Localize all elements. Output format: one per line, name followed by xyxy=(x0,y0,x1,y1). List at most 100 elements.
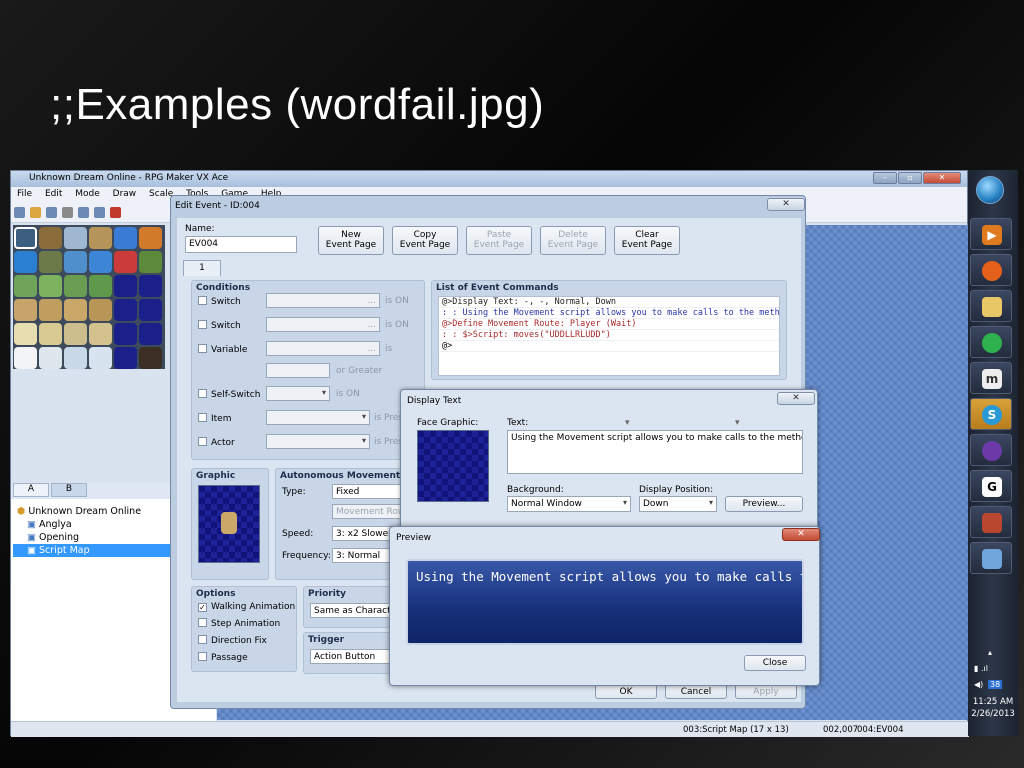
menu-mode[interactable]: Mode xyxy=(75,189,100,199)
tile[interactable] xyxy=(89,227,112,249)
cancel-button[interactable]: Cancel xyxy=(665,684,727,699)
tile[interactable] xyxy=(39,347,62,369)
delete-icon[interactable] xyxy=(110,207,121,218)
taskbar-item[interactable]: G xyxy=(970,470,1012,502)
self-switch-select[interactable] xyxy=(266,386,330,401)
direction-fix-checkbox[interactable]: Direction Fix xyxy=(198,635,267,646)
command-line[interactable]: @> xyxy=(439,341,779,352)
tile[interactable] xyxy=(14,323,37,345)
actor-checkbox[interactable]: Actor xyxy=(198,437,235,448)
switch2-checkbox[interactable]: Switch xyxy=(198,320,241,331)
copy-event-page-button[interactable]: Copy Event Page xyxy=(392,226,458,255)
close-icon[interactable]: ✕ xyxy=(923,172,961,184)
switch2-select[interactable]: ... xyxy=(266,317,380,332)
tile[interactable] xyxy=(139,347,162,369)
tile[interactable] xyxy=(89,299,112,321)
paste-icon[interactable] xyxy=(94,207,105,218)
tab-page-1[interactable]: 1 xyxy=(183,260,221,276)
name-input[interactable]: EV004 xyxy=(185,236,297,253)
message-text-area[interactable]: Using the Movement script allows you to … xyxy=(507,430,803,474)
clear-event-page-button[interactable]: Clear Event Page xyxy=(614,226,680,255)
tile[interactable] xyxy=(114,323,137,345)
open-project-icon[interactable] xyxy=(30,207,41,218)
taskbar-item[interactable]: m xyxy=(970,362,1012,394)
taskbar-item[interactable] xyxy=(970,290,1012,322)
close-icon[interactable]: ✕ xyxy=(767,198,805,211)
tile[interactable] xyxy=(89,347,112,369)
taskbar-item[interactable] xyxy=(970,506,1012,538)
tab-b[interactable]: B xyxy=(51,483,87,497)
command-line[interactable]: : : Using the Movement script allows you… xyxy=(439,308,779,319)
variable-value-spinner[interactable] xyxy=(266,363,330,378)
event-graphic-preview[interactable] xyxy=(198,485,260,563)
passage-checkbox[interactable]: Passage xyxy=(198,652,248,663)
copy-icon[interactable] xyxy=(78,207,89,218)
tile[interactable] xyxy=(64,275,87,297)
tile[interactable] xyxy=(14,347,37,369)
variable-select[interactable]: ... xyxy=(266,341,380,356)
new-project-icon[interactable] xyxy=(14,207,25,218)
tab-a[interactable]: A xyxy=(13,483,49,497)
save-icon[interactable] xyxy=(46,207,57,218)
tile[interactable] xyxy=(89,251,112,273)
tile[interactable] xyxy=(114,251,137,273)
actor-select[interactable] xyxy=(266,434,370,449)
taskbar-item[interactable] xyxy=(970,542,1012,574)
menu-draw[interactable]: Draw xyxy=(113,189,137,199)
command-line[interactable]: : : $>Script: moves("UDDLLRLUDD") xyxy=(439,330,779,341)
tile[interactable] xyxy=(89,275,112,297)
event-commands-list[interactable]: @>Display Text: -, -, Normal, Down : : U… xyxy=(438,296,780,376)
clock[interactable]: 11:25 AM 2/26/2013 xyxy=(968,696,1018,720)
cut-icon[interactable] xyxy=(62,207,73,218)
tile[interactable] xyxy=(39,227,62,249)
command-line[interactable]: @>Define Movement Route: Player (Wait) xyxy=(439,319,779,330)
tile[interactable] xyxy=(89,323,112,345)
minimize-icon[interactable]: – xyxy=(873,172,897,184)
tray-badge[interactable]: 38 xyxy=(988,680,1003,689)
tile[interactable] xyxy=(64,227,87,249)
switch1-select[interactable]: ... xyxy=(266,293,380,308)
tile[interactable] xyxy=(14,251,37,273)
switch1-checkbox[interactable]: Switch xyxy=(198,296,241,307)
self-switch-checkbox[interactable]: Self-Switch xyxy=(198,389,260,400)
walking-animation-checkbox[interactable]: ✓ Walking Animation xyxy=(198,602,295,612)
background-select[interactable]: Normal Window xyxy=(507,496,631,512)
show-hidden-icons-icon[interactable]: ▴ xyxy=(988,648,992,657)
signal-icon[interactable]: ▮ .ıl xyxy=(974,664,988,673)
tile[interactable] xyxy=(114,227,137,249)
tile[interactable] xyxy=(64,251,87,273)
tile[interactable] xyxy=(14,275,37,297)
tile[interactable] xyxy=(114,275,137,297)
step-animation-checkbox[interactable]: Step Animation xyxy=(198,618,280,629)
taskbar-item[interactable]: ▶ xyxy=(970,218,1012,250)
command-line[interactable]: @>Display Text: -, -, Normal, Down xyxy=(439,297,779,308)
display-position-select[interactable]: Down xyxy=(639,496,717,512)
chevron-down-icon[interactable]: ▾ xyxy=(625,418,630,428)
preview-button[interactable]: Preview... xyxy=(725,496,803,512)
taskbar-item[interactable]: S xyxy=(970,398,1012,430)
maximize-icon[interactable]: ▫ xyxy=(898,172,922,184)
variable-checkbox[interactable]: Variable xyxy=(198,344,247,355)
taskbar-item[interactable] xyxy=(970,254,1012,286)
menu-edit[interactable]: Edit xyxy=(45,189,62,199)
taskbar-item[interactable] xyxy=(970,434,1012,466)
apply-button[interactable]: Apply xyxy=(735,684,797,699)
tile[interactable] xyxy=(39,299,62,321)
tile[interactable] xyxy=(64,299,87,321)
volume-icon[interactable]: ◀) xyxy=(974,680,983,689)
ok-button[interactable]: OK xyxy=(595,684,657,699)
new-event-page-button[interactable]: New Event Page xyxy=(318,226,384,255)
paste-event-page-button[interactable]: Paste Event Page xyxy=(466,226,532,255)
close-icon[interactable]: ✕ xyxy=(777,392,815,405)
face-graphic-preview[interactable] xyxy=(417,430,489,502)
tile[interactable] xyxy=(64,347,87,369)
tile[interactable] xyxy=(39,275,62,297)
tile[interactable] xyxy=(139,299,162,321)
tile[interactable] xyxy=(139,275,162,297)
tile[interactable] xyxy=(64,323,87,345)
tile[interactable] xyxy=(114,347,137,369)
item-checkbox[interactable]: Item xyxy=(198,413,232,424)
close-icon[interactable]: ✕ xyxy=(782,528,820,541)
menu-file[interactable]: File xyxy=(17,189,32,199)
tile[interactable] xyxy=(114,299,137,321)
